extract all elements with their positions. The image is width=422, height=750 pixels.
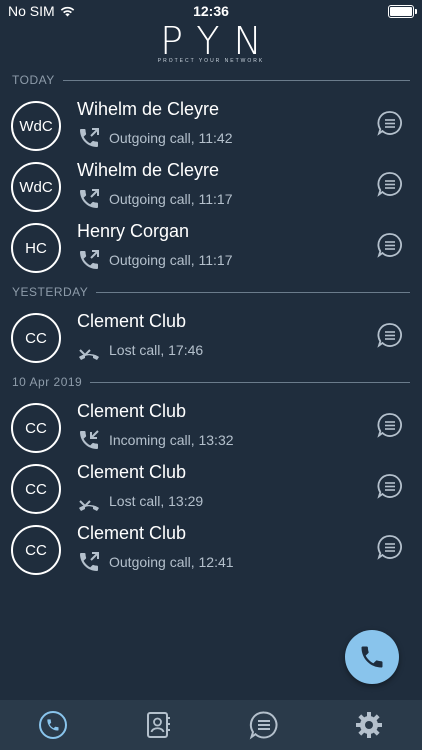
message-icon[interactable]: [377, 322, 403, 348]
avatar: WdC: [11, 162, 61, 212]
incoming-call-icon: [80, 430, 99, 449]
tab-calls[interactable]: [0, 700, 106, 750]
avatar: CC: [11, 525, 61, 575]
section-label: TODAY: [12, 73, 55, 87]
section-divider: [96, 291, 410, 293]
contact-name: Wihelm de Cleyre: [77, 160, 220, 180]
call-detail: Outgoing call, 12:41: [77, 550, 234, 574]
section-label: 10 Apr 2019: [12, 375, 83, 389]
message-icon: [249, 711, 278, 740]
outgoing-call-icon: [80, 189, 99, 208]
message-icon[interactable]: [377, 412, 403, 438]
section-divider: [90, 381, 410, 383]
call-list-item[interactable]: CC Clement Club Lost call, 17:46: [0, 308, 422, 368]
call-list-item[interactable]: CC Clement Club Outgoing call, 12:41: [0, 520, 422, 580]
message-icon[interactable]: [377, 110, 403, 136]
tab-settings[interactable]: [317, 700, 422, 750]
missed-call-icon: [79, 500, 99, 511]
call-detail-text: Lost call, 13:29: [109, 493, 204, 509]
avatar: CC: [11, 464, 61, 514]
call-detail-text: Incoming call, 13:32: [109, 432, 234, 448]
phone-icon: [38, 711, 67, 739]
outgoing-call-icon: [80, 552, 99, 571]
contacts-icon: [147, 712, 171, 738]
contact-name: Henry Corgan: [77, 221, 190, 241]
battery-icon: [388, 5, 417, 18]
contact-name: Clement Club: [77, 311, 187, 331]
avatar: HC: [11, 223, 61, 273]
tab-contacts[interactable]: [106, 700, 212, 750]
gear-icon: [356, 712, 383, 738]
avatar: CC: [11, 403, 61, 453]
app-tagline: PROTECT YOUR NETWORK: [157, 58, 265, 64]
message-icon[interactable]: [377, 171, 403, 197]
contact-name: Clement Club: [77, 523, 187, 543]
call-list-item[interactable]: WdC Wihelm de Cleyre Outgoing call, 11:17: [0, 157, 422, 217]
call-detail-text: Outgoing call, 12:41: [109, 554, 234, 570]
call-list-item[interactable]: WdC Wihelm de Cleyre Outgoing call, 11:42: [0, 96, 422, 156]
call-list-item[interactable]: CC Clement Club Incoming call, 13:32: [0, 398, 422, 458]
message-icon[interactable]: [377, 232, 403, 258]
call-detail: Lost call, 17:46: [77, 338, 203, 362]
message-icon[interactable]: [377, 534, 403, 560]
call-detail: Outgoing call, 11:42: [77, 126, 233, 150]
call-detail: Lost call, 13:29: [77, 489, 203, 513]
call-detail: Outgoing call, 11:17: [77, 187, 233, 211]
tab-messages[interactable]: [211, 700, 317, 750]
call-detail: Outgoing call, 11:17: [77, 248, 233, 272]
call-detail-text: Lost call, 17:46: [109, 342, 204, 358]
contact-name: Clement Club: [77, 401, 187, 421]
section-header: 10 Apr 2019: [0, 372, 422, 392]
message-icon[interactable]: [377, 473, 403, 499]
outgoing-call-icon: [80, 250, 99, 269]
section-header: TODAY: [0, 70, 422, 90]
section-label: YESTERDAY: [12, 285, 89, 299]
contact-name: Clement Club: [77, 462, 187, 482]
phone-icon: [361, 646, 383, 668]
call-list-item[interactable]: CC Clement Club Lost call, 13:29: [0, 459, 422, 519]
call-detail-text: Outgoing call, 11:42: [109, 130, 233, 146]
missed-call-icon: [79, 349, 99, 360]
app-logo: PYN: [160, 19, 276, 63]
avatar: CC: [11, 313, 61, 363]
call-detail: Incoming call, 13:32: [77, 428, 234, 452]
call-detail-text: Outgoing call, 11:17: [109, 191, 233, 207]
call-list-item[interactable]: HC Henry Corgan Outgoing call, 11:17: [0, 218, 422, 278]
tab-bar: [0, 700, 422, 750]
contact-name: Wihelm de Cleyre: [77, 99, 220, 119]
new-call-button[interactable]: [345, 630, 399, 684]
outgoing-call-icon: [80, 128, 99, 147]
avatar: WdC: [11, 101, 61, 151]
section-header: YESTERDAY: [0, 282, 422, 302]
status-time: 12:36: [193, 3, 229, 19]
section-divider: [62, 79, 410, 81]
app-header: PYN PROTECT YOUR NETWORK: [0, 20, 422, 68]
call-detail-text: Outgoing call, 11:17: [109, 252, 233, 268]
